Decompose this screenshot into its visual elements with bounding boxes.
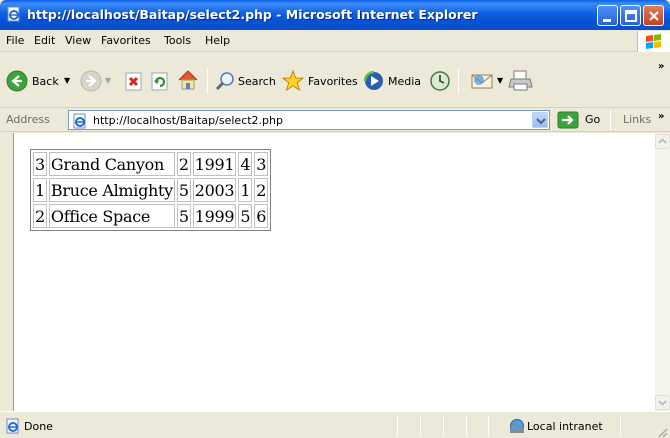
menu-favorites[interactable]: Favorites xyxy=(101,34,151,47)
toolbar: Back ▼ ▼ Search Favorites Media ▼ » xyxy=(0,53,670,108)
table-cell: 5 xyxy=(176,178,191,202)
table-row: 3 Grand Canyon 2 1991 4 3 xyxy=(33,152,269,176)
menu-tools[interactable]: Tools xyxy=(164,34,191,47)
address-separator xyxy=(610,110,611,130)
menu-edit[interactable]: Edit xyxy=(34,34,55,47)
stop-icon[interactable] xyxy=(124,72,144,92)
resize-grip-icon[interactable] xyxy=(656,426,668,438)
back-dropdown-icon[interactable]: ▼ xyxy=(64,76,70,85)
search-button-label[interactable]: Search xyxy=(238,75,276,88)
menu-help[interactable]: Help xyxy=(205,34,230,47)
vertical-scrollbar[interactable] xyxy=(655,133,670,411)
menu-file[interactable]: File xyxy=(6,34,24,47)
links-overflow-icon[interactable]: » xyxy=(658,111,664,122)
status-separator xyxy=(466,416,467,436)
status-separator xyxy=(397,416,398,436)
table-cell: 6 xyxy=(254,204,269,228)
table-cell: 1991 xyxy=(192,152,237,176)
table-cell: 2 xyxy=(33,204,47,228)
forward-dropdown-icon[interactable]: ▼ xyxy=(105,76,111,85)
toolbar-separator xyxy=(458,68,459,94)
table-cell: 1 xyxy=(238,178,253,202)
table-cell: Bruce Almighty xyxy=(48,178,175,202)
table-cell: 1 xyxy=(33,178,47,202)
windows-logo xyxy=(637,31,670,52)
intranet-zone-icon xyxy=(510,419,524,433)
page-icon xyxy=(73,113,86,129)
home-icon[interactable] xyxy=(176,68,200,92)
links-label[interactable]: Links xyxy=(623,113,651,126)
status-separator xyxy=(620,416,621,436)
table-cell: 2003 xyxy=(192,178,237,202)
menu-bar: File Edit View Favorites Tools Help xyxy=(0,30,670,52)
mail-icon[interactable] xyxy=(470,71,496,91)
table-cell: Grand Canyon xyxy=(48,152,175,176)
close-icon xyxy=(649,11,659,21)
back-arrow-icon[interactable] xyxy=(6,70,28,92)
table-cell: 1999 xyxy=(192,204,237,228)
print-icon[interactable] xyxy=(508,69,534,93)
window-frame-left xyxy=(0,133,13,411)
back-button-label[interactable]: Back xyxy=(32,75,59,88)
table-cell: 5 xyxy=(176,204,191,228)
maximize-button[interactable] xyxy=(620,5,641,26)
refresh-icon[interactable] xyxy=(150,72,170,92)
ie-page-icon xyxy=(7,6,20,22)
title-bar[interactable]: http://localhost/Baitap/select2.php - Mi… xyxy=(0,0,670,30)
media-icon[interactable] xyxy=(363,70,385,92)
movie-table: 3 Grand Canyon 2 1991 4 3 1 Bruce Almigh… xyxy=(30,149,272,231)
scroll-up-button[interactable] xyxy=(655,134,670,149)
address-bar: Address http://localhost/Baitap/select2.… xyxy=(0,108,670,132)
address-url: http://localhost/Baitap/select2.php xyxy=(93,114,283,127)
address-input[interactable]: http://localhost/Baitap/select2.php xyxy=(68,110,550,130)
page-content: 3 Grand Canyon 2 1991 4 3 1 Bruce Almigh… xyxy=(13,133,655,411)
favorites-button-label[interactable]: Favorites xyxy=(308,75,358,88)
status-separator xyxy=(420,416,421,436)
address-dropdown-button[interactable] xyxy=(532,112,548,128)
security-zone-label: Local intranet xyxy=(527,420,603,433)
scroll-down-button[interactable] xyxy=(655,395,670,410)
search-icon[interactable] xyxy=(214,70,236,92)
menu-view[interactable]: View xyxy=(65,34,91,47)
chevron-up-icon xyxy=(658,138,667,144)
mail-dropdown-icon[interactable]: ▼ xyxy=(497,76,503,85)
status-separator xyxy=(443,416,444,436)
table-cell: 2 xyxy=(176,152,191,176)
status-separator xyxy=(488,416,489,436)
favorites-star-icon[interactable] xyxy=(281,69,305,93)
address-label: Address xyxy=(6,113,50,126)
toolbar-overflow-icon[interactable]: » xyxy=(658,61,664,72)
maximize-icon xyxy=(625,10,637,22)
windows-flag-icon xyxy=(646,34,661,49)
page-done-icon xyxy=(6,418,19,434)
status-text: Done xyxy=(24,420,53,433)
go-button-label[interactable]: Go xyxy=(585,113,600,126)
window-title: http://localhost/Baitap/select2.php - Mi… xyxy=(27,7,478,22)
history-icon[interactable] xyxy=(429,70,451,92)
forward-arrow-icon[interactable] xyxy=(80,70,102,92)
chevron-down-icon xyxy=(658,400,667,406)
table-cell: 3 xyxy=(254,152,269,176)
table-cell: Office Space xyxy=(48,204,175,228)
table-cell: 4 xyxy=(238,152,253,176)
table-cell: 2 xyxy=(254,178,269,202)
table-row: 1 Bruce Almighty 5 2003 1 2 xyxy=(33,178,269,202)
close-button[interactable] xyxy=(643,5,664,26)
minimize-button[interactable] xyxy=(597,5,618,26)
go-arrow-icon[interactable] xyxy=(557,111,579,129)
minimize-icon xyxy=(603,19,611,22)
status-bar: Done Local intranet xyxy=(0,411,670,438)
toolbar-separator xyxy=(207,68,208,94)
table-cell: 5 xyxy=(238,204,253,228)
table-cell: 3 xyxy=(33,152,47,176)
table-row: 2 Office Space 5 1999 5 6 xyxy=(33,204,269,228)
chevron-down-icon xyxy=(536,118,546,125)
media-button-label[interactable]: Media xyxy=(388,75,421,88)
